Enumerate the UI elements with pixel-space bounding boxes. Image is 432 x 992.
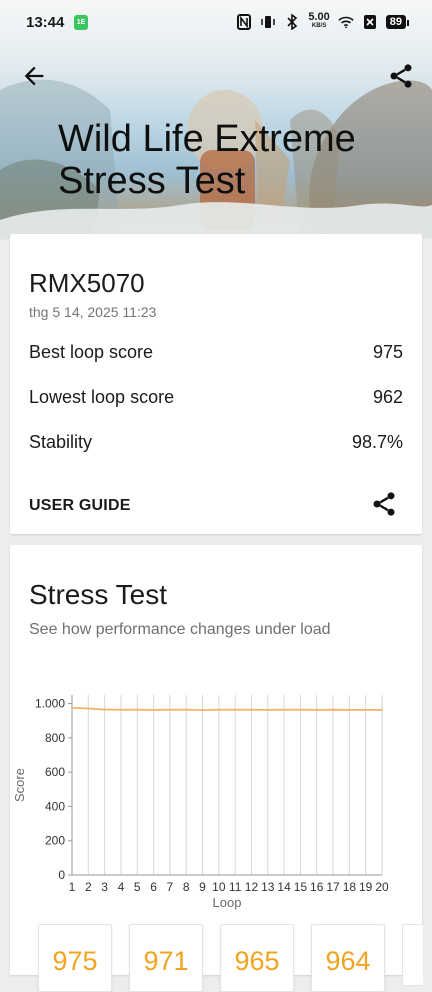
wifi-icon: [338, 13, 354, 31]
score-point: [299, 708, 302, 711]
score-point: [217, 708, 220, 711]
stability-row: Stability 98.7%: [29, 432, 403, 453]
speed-unit: KB/S: [311, 23, 327, 29]
lowest-loop-row: Lowest loop score 962: [29, 387, 403, 408]
status-time: 13:44: [26, 14, 65, 31]
y-tick-label: 400: [45, 799, 65, 813]
score-point: [103, 708, 106, 711]
vibrate-icon: [260, 13, 276, 31]
score-point: [120, 708, 122, 711]
score-point: [136, 708, 139, 711]
best-loop-row: Best loop score 975: [29, 342, 403, 363]
score-point: [332, 708, 334, 711]
score-point: [348, 709, 351, 711]
nfc-icon: [236, 13, 252, 31]
x-tick-label: 15: [294, 880, 308, 894]
x-tick-label: 7: [167, 880, 174, 894]
bluetooth-icon: [284, 13, 300, 31]
x-tick-label: 16: [310, 880, 324, 894]
score-point: [250, 708, 253, 711]
loop-score-box[interactable]: [402, 924, 423, 986]
x-tick-label: 10: [212, 880, 226, 894]
summary-card: RMX5070 thg 5 14, 2025 11:23 Best loop s…: [10, 234, 422, 534]
back-arrow-icon[interactable]: [20, 62, 48, 90]
stress-test-card: Stress Test See how performance changes …: [10, 545, 423, 992]
stress-test-chart: 02004006008001.0001 2 3 4 5 6 7 8 9 10 11 12 13 14 15 1…: [12, 695, 389, 910]
no-sim-icon: [362, 13, 378, 31]
x-axis-label: Loop: [213, 895, 242, 910]
x-tick-label: 14: [277, 880, 291, 894]
score-point: [234, 708, 237, 711]
x-tick-label: 4: [118, 880, 125, 894]
user-guide-button[interactable]: USER GUIDE: [29, 497, 131, 515]
score-point: [315, 709, 318, 711]
x-tick-label: 13: [261, 880, 275, 894]
share-icon[interactable]: [370, 490, 398, 518]
y-tick-label: 600: [45, 765, 65, 779]
score-point: [364, 709, 367, 711]
stability-value: 98.7%: [351, 432, 403, 452]
loop-score-list: 975 971 965 964: [38, 924, 423, 992]
score-point: [71, 706, 73, 709]
app-notification-icon: 1E: [74, 15, 88, 30]
score-point: [168, 708, 171, 711]
speed-value: 5.00: [308, 11, 330, 23]
x-tick-label: 1: [69, 880, 76, 894]
x-tick-label: 2: [85, 880, 92, 894]
score-point: [283, 708, 286, 711]
best-loop-label: Best loop score: [29, 342, 154, 362]
x-tick-label: 6: [150, 880, 157, 894]
page-title: Wild Life Extreme Stress Test: [58, 118, 356, 202]
score-point: [201, 709, 204, 711]
stability-label: Stability: [29, 432, 93, 452]
score-series-line: [71, 707, 382, 712]
score-point: [152, 709, 155, 711]
x-tick-label: 3: [101, 880, 108, 894]
loop-score-box[interactable]: 971: [129, 924, 203, 992]
x-tick-label: 12: [245, 880, 259, 894]
device-name: RMX5070: [29, 268, 145, 298]
score-point: [185, 708, 188, 711]
loop-score-box[interactable]: 975: [38, 924, 112, 992]
x-tick-label: 17: [326, 880, 340, 894]
x-tick-label: 19: [359, 880, 373, 894]
score-point: [381, 709, 383, 711]
x-tick-label: 20: [375, 880, 389, 894]
y-tick-label: 800: [45, 731, 65, 745]
battery-indicator: 89: [385, 15, 410, 29]
score-point: [266, 709, 269, 711]
network-speed: 5.00 KB/S: [308, 11, 330, 31]
x-tick-label: 18: [343, 880, 357, 894]
best-loop-value: 975: [372, 342, 403, 362]
y-tick-label: 200: [45, 834, 65, 848]
lowest-loop-label: Lowest loop score: [29, 387, 175, 407]
status-bar: 13:44 1E 5.00 KB/S 89: [0, 0, 432, 48]
x-tick-label: 5: [134, 880, 141, 894]
test-date: thg 5 14, 2025 11:23: [29, 304, 157, 320]
x-tick-label: 8: [183, 880, 190, 894]
x-tick-label: 11: [229, 880, 242, 894]
score-point: [87, 707, 90, 710]
stress-test-title: Stress Test: [29, 579, 167, 610]
loop-score-box[interactable]: 964: [311, 924, 385, 992]
y-tick-label: 1.000: [35, 697, 65, 711]
stress-test-subtitle: See how performance changes under load: [29, 621, 331, 638]
y-tick-label: 0: [58, 868, 65, 882]
share-icon[interactable]: [387, 62, 415, 90]
x-tick-label: 9: [199, 880, 206, 894]
y-axis-label: Score: [12, 768, 27, 802]
lowest-loop-value: 962: [372, 387, 403, 407]
loop-score-box[interactable]: 965: [220, 924, 294, 992]
